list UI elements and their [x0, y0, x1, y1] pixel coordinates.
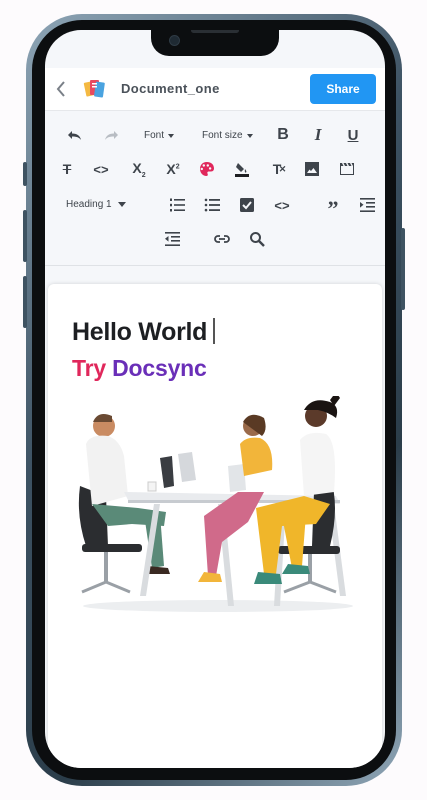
strikethrough-icon: T [62, 161, 72, 177]
redo-button[interactable] [97, 123, 125, 147]
undo-icon [68, 131, 81, 140]
share-button[interactable]: Share [310, 74, 376, 104]
italic-icon: I [314, 125, 322, 144]
subscript-icon: X2 [132, 159, 146, 179]
link-icon [214, 235, 230, 243]
text-color-icon [200, 162, 214, 176]
insert-image-button[interactable] [298, 157, 326, 181]
caret-down-icon [168, 133, 175, 138]
speaker [191, 30, 239, 33]
notch [151, 30, 279, 56]
undo-button[interactable] [61, 123, 89, 147]
highlight-icon [235, 163, 249, 177]
outdent-icon [165, 232, 180, 246]
indent-icon [360, 198, 375, 212]
editor-toolbar: Font Font size B I U T <> X2 X2 T ✕ Head… [45, 110, 385, 266]
video-icon [340, 163, 354, 175]
caret-down-icon [246, 133, 253, 138]
highlight-button[interactable] [228, 157, 256, 181]
ordered-list-button[interactable] [163, 193, 191, 217]
clear-format-button[interactable]: T ✕ [263, 157, 291, 181]
indent-button[interactable] [353, 193, 381, 217]
subheading-docsync: Docsync [112, 355, 207, 381]
code-block-button[interactable]: <> [268, 193, 296, 217]
clear-format-icon: T ✕ [272, 161, 287, 177]
font-size-dropdown[interactable]: Font size [202, 130, 253, 141]
underline-icon: U [347, 126, 359, 144]
app-screen: Document_one Share Font Font size B I U [45, 30, 385, 768]
font-size-dropdown-label: Font size [202, 130, 243, 141]
heading-text: Hello World [72, 318, 208, 346]
bullet-list-icon [204, 198, 220, 212]
app-header: Document_one Share [45, 68, 385, 110]
checklist-button[interactable] [233, 193, 261, 217]
text-color-button[interactable] [193, 157, 221, 181]
document-title: Document_one [121, 81, 220, 96]
insert-video-button[interactable] [333, 157, 361, 181]
outdent-button[interactable] [158, 227, 186, 251]
search-button[interactable] [243, 227, 271, 251]
code-icon: <> [93, 161, 109, 177]
chevron-left-icon [56, 81, 65, 97]
volume-down-button [23, 276, 27, 328]
document-subheading[interactable]: Try Docsync [72, 355, 207, 382]
heading-dropdown-label: Heading 1 [66, 199, 112, 210]
mute-switch [23, 162, 27, 186]
link-button[interactable] [208, 227, 236, 251]
document-heading[interactable]: Hello World [72, 318, 215, 347]
quote-icon: ” [327, 196, 339, 221]
superscript-button[interactable]: X2 [159, 157, 187, 181]
blockquote-button[interactable]: ” [319, 193, 347, 221]
text-cursor [213, 318, 215, 344]
font-dropdown-label: Font [144, 130, 165, 141]
volume-up-button [23, 210, 27, 262]
bold-icon: B [277, 126, 289, 143]
ordered-list-icon [170, 198, 185, 212]
underline-button[interactable]: U [339, 123, 367, 147]
subscript-button[interactable]: X2 [125, 157, 153, 181]
checklist-icon [240, 198, 254, 212]
document-stack-logo [83, 76, 107, 100]
document-page[interactable]: Hello World Try Docsync [48, 284, 382, 768]
front-camera [169, 35, 180, 46]
code-block-icon: <> [274, 197, 290, 213]
superscript-icon: X2 [166, 161, 180, 177]
strikethrough-button[interactable]: T [53, 157, 81, 181]
back-button[interactable] [55, 80, 67, 101]
bullet-list-button[interactable] [198, 193, 226, 217]
bold-button[interactable]: B [269, 123, 297, 147]
power-button [401, 228, 405, 310]
redo-icon [105, 131, 118, 140]
image-icon [305, 162, 319, 176]
team-meeting-illustration [78, 396, 353, 612]
italic-button[interactable]: I [304, 123, 332, 147]
inline-code-button[interactable]: <> [87, 157, 115, 181]
font-dropdown[interactable]: Font [144, 130, 175, 141]
search-icon [250, 232, 265, 247]
caret-down-icon [117, 202, 126, 207]
heading-dropdown[interactable]: Heading 1 [66, 199, 126, 210]
subheading-try: Try [72, 355, 106, 381]
